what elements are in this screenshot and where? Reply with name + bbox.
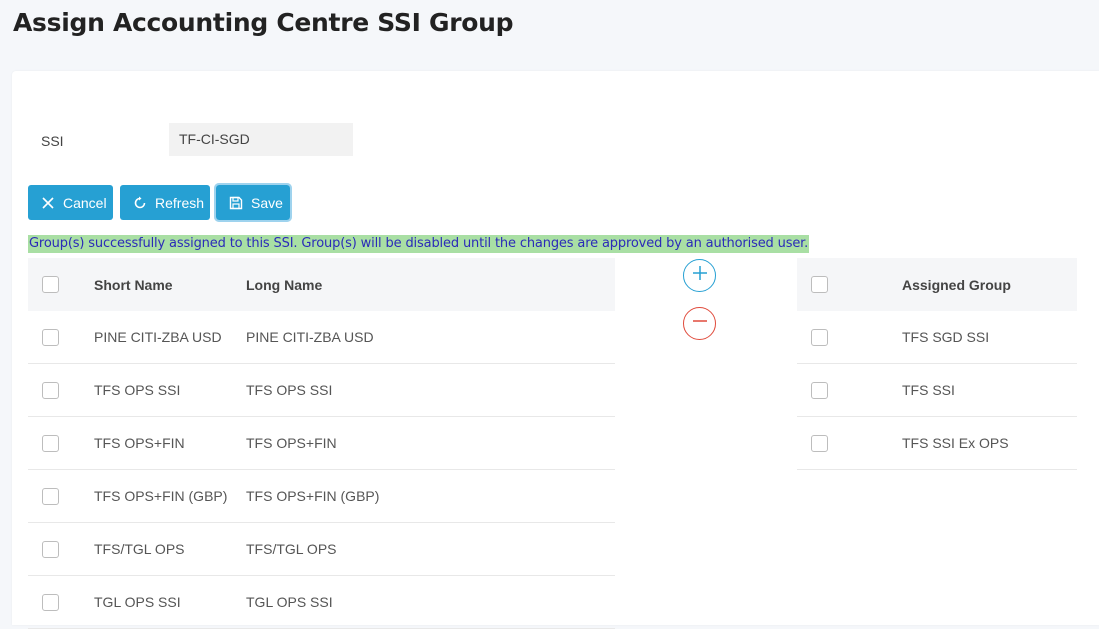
row-checkbox[interactable] — [811, 328, 828, 346]
short-name-cell: PINE CITI-ZBA USD — [93, 311, 245, 364]
row-checkbox[interactable] — [42, 540, 59, 558]
minus-circle-icon — [691, 312, 709, 335]
table-header-row: Assigned Group — [797, 258, 1077, 311]
short-name-cell: TFS OPS+FIN — [93, 416, 245, 470]
close-icon — [40, 195, 56, 211]
long-name-cell: TFS OPS+FIN — [245, 416, 615, 470]
table-row[interactable]: TFS/TGL OPS TFS/TGL OPS — [28, 522, 615, 576]
table-row[interactable]: TFS SSI Ex OPS — [797, 416, 1077, 470]
refresh-button-label: Refresh — [155, 194, 205, 211]
long-name-cell: TFS OPS SSI — [245, 363, 615, 417]
table-row[interactable]: TFS OPS+FIN TFS OPS+FIN — [28, 416, 615, 470]
select-all-assigned-checkbox[interactable] — [811, 276, 828, 294]
cancel-button[interactable]: Cancel — [28, 185, 113, 220]
plus-circle-icon — [691, 264, 709, 287]
long-name-cell: PINE CITI-ZBA USD — [245, 311, 615, 364]
table-row[interactable]: TFS OPS SSI TFS OPS SSI — [28, 363, 615, 417]
short-name-cell: TGL OPS SSI — [93, 575, 245, 629]
row-checkbox[interactable] — [811, 434, 828, 452]
cancel-button-label: Cancel — [63, 194, 107, 211]
table-row[interactable]: TFS SSI — [797, 363, 1077, 417]
short-name-header: Short Name — [93, 258, 245, 311]
save-button-label: Save — [251, 194, 283, 211]
long-name-cell: TFS OPS+FIN (GBP) — [245, 469, 615, 523]
short-name-cell: TFS OPS SSI — [93, 363, 245, 417]
row-checkbox[interactable] — [42, 593, 59, 611]
long-name-cell: TGL OPS SSI — [245, 575, 615, 629]
table-row[interactable]: PINE CITI-ZBA USD PINE CITI-ZBA USD — [28, 311, 615, 364]
long-name-header: Long Name — [245, 258, 615, 311]
assigned-group-cell: TFS SSI — [862, 363, 1077, 417]
assigned-group-header: Assigned Group — [862, 258, 1077, 311]
page-title: Assign Accounting Centre SSI Group — [13, 8, 514, 37]
save-button[interactable]: Save — [214, 183, 292, 222]
long-name-cell: TFS/TGL OPS — [245, 522, 615, 576]
short-name-cell: TFS/TGL OPS — [93, 522, 245, 576]
row-checkbox[interactable] — [42, 487, 59, 505]
remove-group-button[interactable] — [683, 307, 716, 340]
row-checkbox[interactable] — [42, 381, 59, 399]
success-alert: Group(s) successfully assigned to this S… — [28, 235, 810, 253]
table-row[interactable]: TGL OPS SSI TGL OPS SSI — [28, 575, 615, 629]
row-checkbox[interactable] — [42, 328, 59, 346]
select-all-checkbox[interactable] — [42, 276, 59, 294]
assigned-group-cell: TFS SGD SSI — [862, 311, 1077, 364]
short-name-cell: TFS OPS+FIN (GBP) — [93, 469, 245, 523]
table-header-row: Short Name Long Name — [28, 258, 615, 311]
main-card: SSI TF-CI-SGD Cancel Refresh Save Group(… — [12, 71, 1099, 629]
assigned-groups-table: Assigned Group TFS SGD SSI TFS SSI TFS S… — [797, 258, 1077, 470]
add-group-button[interactable] — [683, 259, 716, 292]
available-groups-table: Short Name Long Name PINE CITI-ZBA USD P… — [28, 258, 615, 629]
ssi-value-field: TF-CI-SGD — [169, 123, 353, 156]
row-checkbox[interactable] — [42, 434, 59, 452]
table-row[interactable]: TFS OPS+FIN (GBP) TFS OPS+FIN (GBP) — [28, 469, 615, 523]
assigned-group-cell: TFS SSI Ex OPS — [862, 416, 1077, 470]
ssi-label: SSI — [41, 133, 64, 149]
refresh-icon — [132, 195, 148, 211]
refresh-button[interactable]: Refresh — [120, 185, 210, 220]
save-icon — [228, 195, 244, 211]
row-checkbox[interactable] — [811, 381, 828, 399]
table-row[interactable]: TFS SGD SSI — [797, 311, 1077, 364]
